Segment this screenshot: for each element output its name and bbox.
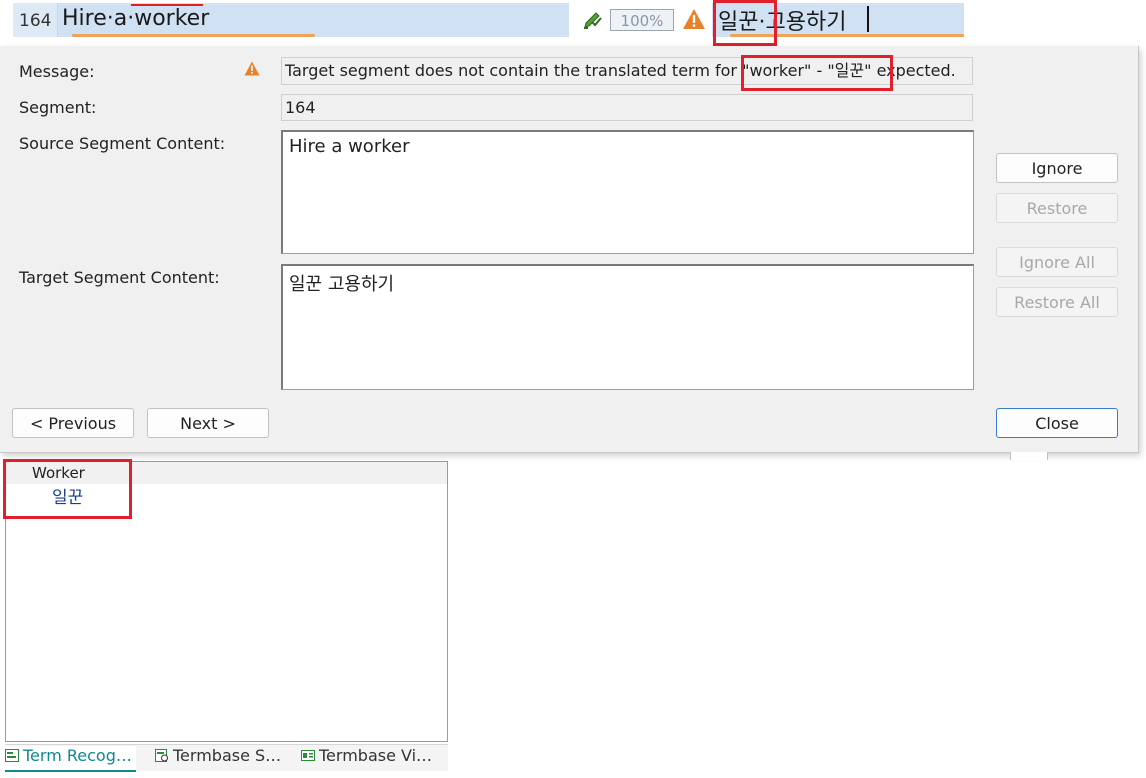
term-entry-header[interactable]: Worker [6, 462, 447, 484]
segment-label: Segment: [19, 98, 97, 117]
next-button[interactable]: Next > [147, 408, 269, 438]
tab-term-recognition-label: Term Recog… [23, 746, 132, 765]
segment-field[interactable]: 164 [281, 94, 973, 121]
term-recognition-panel: Worker 일꾼 [5, 461, 448, 742]
tab-termbase-viewer[interactable]: Termbase Vi… [301, 746, 432, 770]
tab-term-recognition[interactable]: Term Recog… [5, 746, 136, 772]
target-content-box[interactable]: 일꾼 고용하기 [281, 264, 974, 390]
text-caret [867, 6, 869, 32]
pencil-check-icon [584, 12, 602, 29]
source-content-label: Source Segment Content: [19, 134, 226, 153]
target-segment-cell[interactable]: 일꾼·고용하기 [712, 3, 964, 37]
segment-number: 164 [19, 11, 52, 31]
tab-termbase-search-label: Termbase S… [173, 746, 282, 765]
termbase-search-icon [155, 749, 168, 762]
warning-triangle-icon[interactable] [682, 8, 706, 30]
term-source: Worker [32, 464, 85, 482]
term-underline [72, 34, 315, 37]
tab-termbase-viewer-label: Termbase Vi… [319, 746, 433, 765]
segment-status-cell: 100% [578, 3, 708, 37]
ignore-all-button[interactable]: Ignore All [996, 247, 1118, 277]
previous-button[interactable]: < Previous [12, 408, 134, 438]
editor-segment-row[interactable]: 164 Hire·a·worker 100% 일꾼·고용하기 [0, 0, 1146, 46]
message-label: Message: [19, 62, 95, 81]
term-underline [730, 34, 964, 37]
panel-tabs: Term Recog… Termbase S… Termbase Vi… [5, 744, 448, 772]
termbase-viewer-icon [301, 750, 315, 761]
restore-all-button[interactable]: Restore All [996, 287, 1118, 317]
target-segment-text: 일꾼·고용하기 [718, 10, 847, 35]
close-button[interactable]: Close [996, 408, 1118, 438]
term-recognition-icon [5, 749, 19, 762]
qa-message-dialog: Message: Target segment does not contain… [0, 46, 1139, 453]
segment-number-cell[interactable]: 164 [13, 3, 58, 37]
source-content-box[interactable]: Hire a worker [281, 130, 974, 254]
restore-button[interactable]: Restore [996, 193, 1118, 223]
ignore-button[interactable]: Ignore [996, 153, 1118, 183]
warning-triangle-icon [244, 61, 260, 76]
match-percent-badge: 100% [610, 9, 674, 31]
spell-error-mark [131, 4, 203, 6]
scrollbar-stub [1010, 452, 1048, 460]
tab-termbase-search[interactable]: Termbase S… [155, 746, 281, 770]
source-segment-text: Hire·a·worker [62, 6, 210, 31]
term-target[interactable]: 일꾼 [52, 483, 83, 508]
message-field[interactable]: Target segment does not contain the tran… [281, 57, 973, 85]
source-segment-cell[interactable]: Hire·a·worker [58, 3, 569, 37]
target-content-label: Target Segment Content: [19, 268, 220, 287]
